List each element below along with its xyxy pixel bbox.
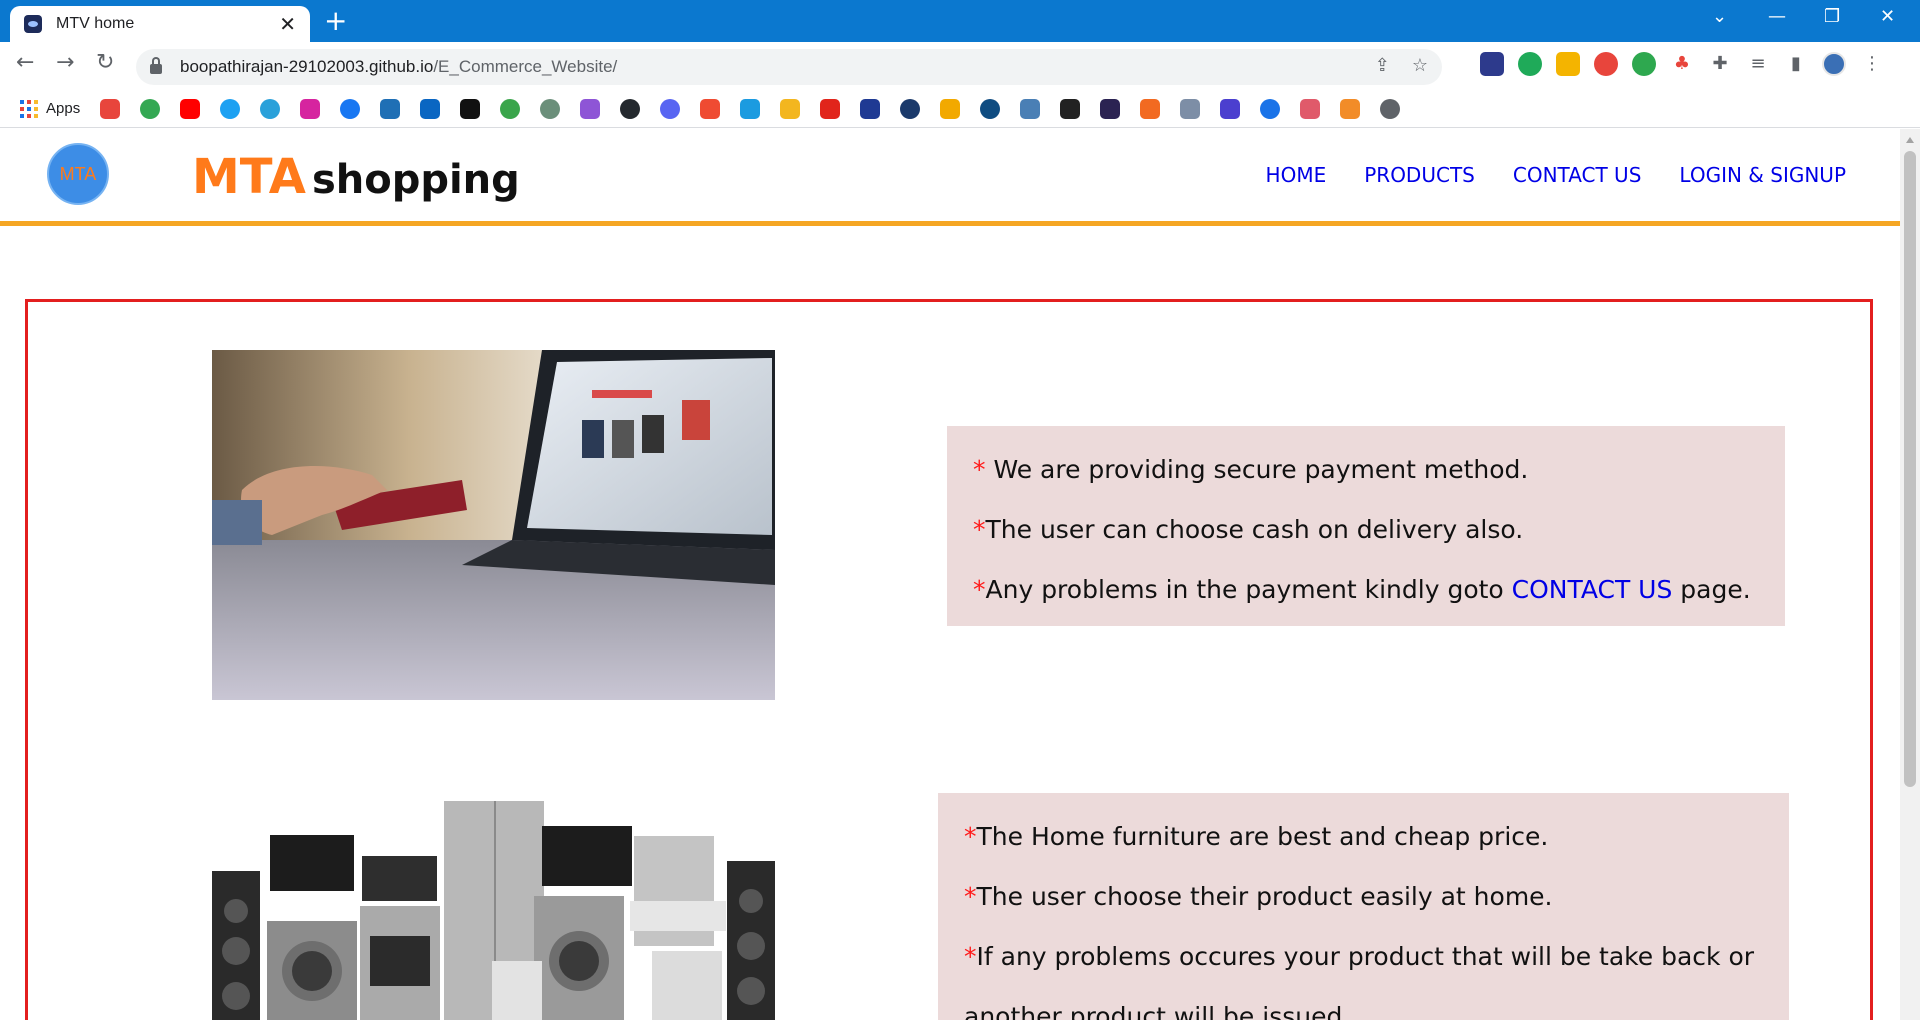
- globe-icon[interactable]: [1380, 98, 1401, 119]
- bookmark-icon[interactable]: [1300, 98, 1321, 119]
- bookmarks-bar: Apps: [0, 90, 1920, 128]
- bookmark-icon[interactable]: [580, 98, 601, 119]
- gmail-icon[interactable]: [100, 98, 121, 119]
- back-icon[interactable]: ←: [16, 50, 34, 75]
- extensions-icon[interactable]: ✚: [1708, 52, 1732, 76]
- tab-search-icon[interactable]: ⌄: [1712, 6, 1727, 27]
- appliances-image: [212, 801, 775, 1020]
- star-icon[interactable]: ☆: [1412, 55, 1428, 76]
- youtube-icon[interactable]: [180, 98, 201, 119]
- media-control-icon[interactable]: ≡: [1746, 52, 1770, 76]
- extension-icon[interactable]: [1518, 52, 1542, 76]
- site-header: MTA MTA shopping HOME PRODUCTS CONTACT US…: [0, 129, 1900, 226]
- bookmark-icon[interactable]: [940, 98, 961, 119]
- info-icon[interactable]: [860, 98, 881, 119]
- bookmark-icon[interactable]: [460, 98, 481, 119]
- window-close-icon[interactable]: ✕: [1880, 6, 1895, 27]
- reload-icon[interactable]: ↻: [96, 50, 114, 75]
- main-nav: HOME PRODUCTS CONTACT US LOGIN & SIGNUP: [1266, 163, 1846, 187]
- url-text: boopathirajan-29102003.github.io/E_Comme…: [180, 57, 618, 76]
- apps-icon[interactable]: [20, 99, 38, 118]
- info-line: *If any problems occures your product th…: [964, 942, 1755, 971]
- extension-icon[interactable]: [1480, 52, 1504, 76]
- bookmark-icon[interactable]: [1180, 98, 1201, 119]
- menu-icon[interactable]: ⋮: [1860, 52, 1884, 76]
- bookmark-icon[interactable]: [1100, 98, 1121, 119]
- extension-icon[interactable]: ♣: [1670, 52, 1694, 76]
- twitter-icon[interactable]: [220, 98, 241, 119]
- bookmark-icon[interactable]: [980, 98, 1001, 119]
- telegram-icon[interactable]: [260, 98, 281, 119]
- bookmark-icon[interactable]: [780, 98, 801, 119]
- bookmark-icon[interactable]: [900, 98, 921, 119]
- nav-contact-us[interactable]: CONTACT US: [1513, 163, 1642, 187]
- payment-image: [212, 350, 775, 700]
- bookmark-icon[interactable]: [1220, 98, 1241, 119]
- share-icon[interactable]: ⇪: [1375, 55, 1390, 76]
- tab-title: MTV home: [56, 15, 135, 32]
- page-viewport: MTA MTA shopping HOME PRODUCTS CONTACT US…: [0, 129, 1920, 1020]
- bookmark-icon[interactable]: [1020, 98, 1041, 119]
- power-icon[interactable]: [1260, 98, 1281, 119]
- contact-us-link[interactable]: CONTACT US: [1512, 575, 1673, 604]
- instagram-icon[interactable]: [300, 98, 321, 119]
- info-line: *The user can choose cash on delivery al…: [973, 515, 1524, 544]
- browser-tab-active[interactable]: MTV home ✕: [10, 6, 310, 42]
- side-panel-icon[interactable]: ▮: [1784, 52, 1808, 76]
- info-line: *The Home furniture are best and cheap p…: [964, 822, 1549, 851]
- linkedin-icon[interactable]: [420, 98, 441, 119]
- bookmark-icon[interactable]: [700, 98, 721, 119]
- browser-tab-strip: MTV home ✕ + ⌄ — ❐ ✕: [0, 0, 1920, 42]
- page-scrollbar[interactable]: [1900, 129, 1920, 1020]
- tab-close-icon[interactable]: ✕: [279, 12, 296, 36]
- bookmark-icon[interactable]: [1060, 98, 1081, 119]
- brand-title: MTA shopping: [192, 149, 520, 205]
- minimize-icon[interactable]: —: [1768, 6, 1786, 27]
- chatgpt-icon[interactable]: [540, 98, 561, 119]
- info-line: * We are providing secure payment method…: [973, 455, 1529, 484]
- nav-login-signup[interactable]: LOGIN & SIGNUP: [1679, 163, 1846, 187]
- facebook-icon[interactable]: [340, 98, 361, 119]
- address-bar[interactable]: boopathirajan-29102003.github.io/E_Comme…: [136, 49, 1442, 85]
- apps-bookmark[interactable]: Apps: [46, 100, 80, 117]
- bookmark-icon[interactable]: [380, 98, 401, 119]
- profile-avatar[interactable]: [1822, 52, 1846, 76]
- site-favicon-icon: [24, 15, 42, 33]
- logo-text: MTA: [59, 163, 97, 184]
- maps-icon[interactable]: [140, 98, 161, 119]
- extension-icon[interactable]: [1556, 52, 1580, 76]
- github-icon[interactable]: [620, 98, 641, 119]
- nav-products[interactable]: PRODUCTS: [1364, 163, 1475, 187]
- nav-home[interactable]: HOME: [1266, 163, 1327, 187]
- lock-icon[interactable]: [150, 57, 162, 74]
- furniture-info-box: *The Home furniture are best and cheap p…: [938, 793, 1789, 1020]
- bookmark-icon[interactable]: [1340, 98, 1361, 119]
- new-tab-icon[interactable]: +: [324, 6, 347, 36]
- bookmark-icon[interactable]: [500, 98, 521, 119]
- bookmark-icon[interactable]: [820, 98, 841, 119]
- extension-icons: ♣ ✚ ≡ ▮ ⋮: [1480, 52, 1884, 76]
- scroll-thumb[interactable]: [1904, 151, 1916, 787]
- discord-icon[interactable]: [660, 98, 681, 119]
- brand-main: MTA: [192, 149, 306, 205]
- info-line: another product will be issued.: [964, 1002, 1351, 1020]
- adblock-icon[interactable]: [1594, 52, 1618, 76]
- forward-icon[interactable]: →: [56, 50, 74, 75]
- info-line: *Any problems in the payment kindly goto…: [973, 575, 1751, 604]
- bookmark-icon[interactable]: [740, 98, 761, 119]
- brand-sub: shopping: [311, 157, 520, 203]
- extension-icon[interactable]: [1632, 52, 1656, 76]
- site-logo[interactable]: MTA: [47, 143, 109, 205]
- restore-icon[interactable]: ❐: [1824, 6, 1840, 27]
- info-line: *The user choose their product easily at…: [964, 882, 1553, 911]
- bookmark-icon[interactable]: [1140, 98, 1161, 119]
- payment-info-box: * We are providing secure payment method…: [947, 426, 1785, 626]
- scroll-up-icon[interactable]: [1906, 137, 1914, 143]
